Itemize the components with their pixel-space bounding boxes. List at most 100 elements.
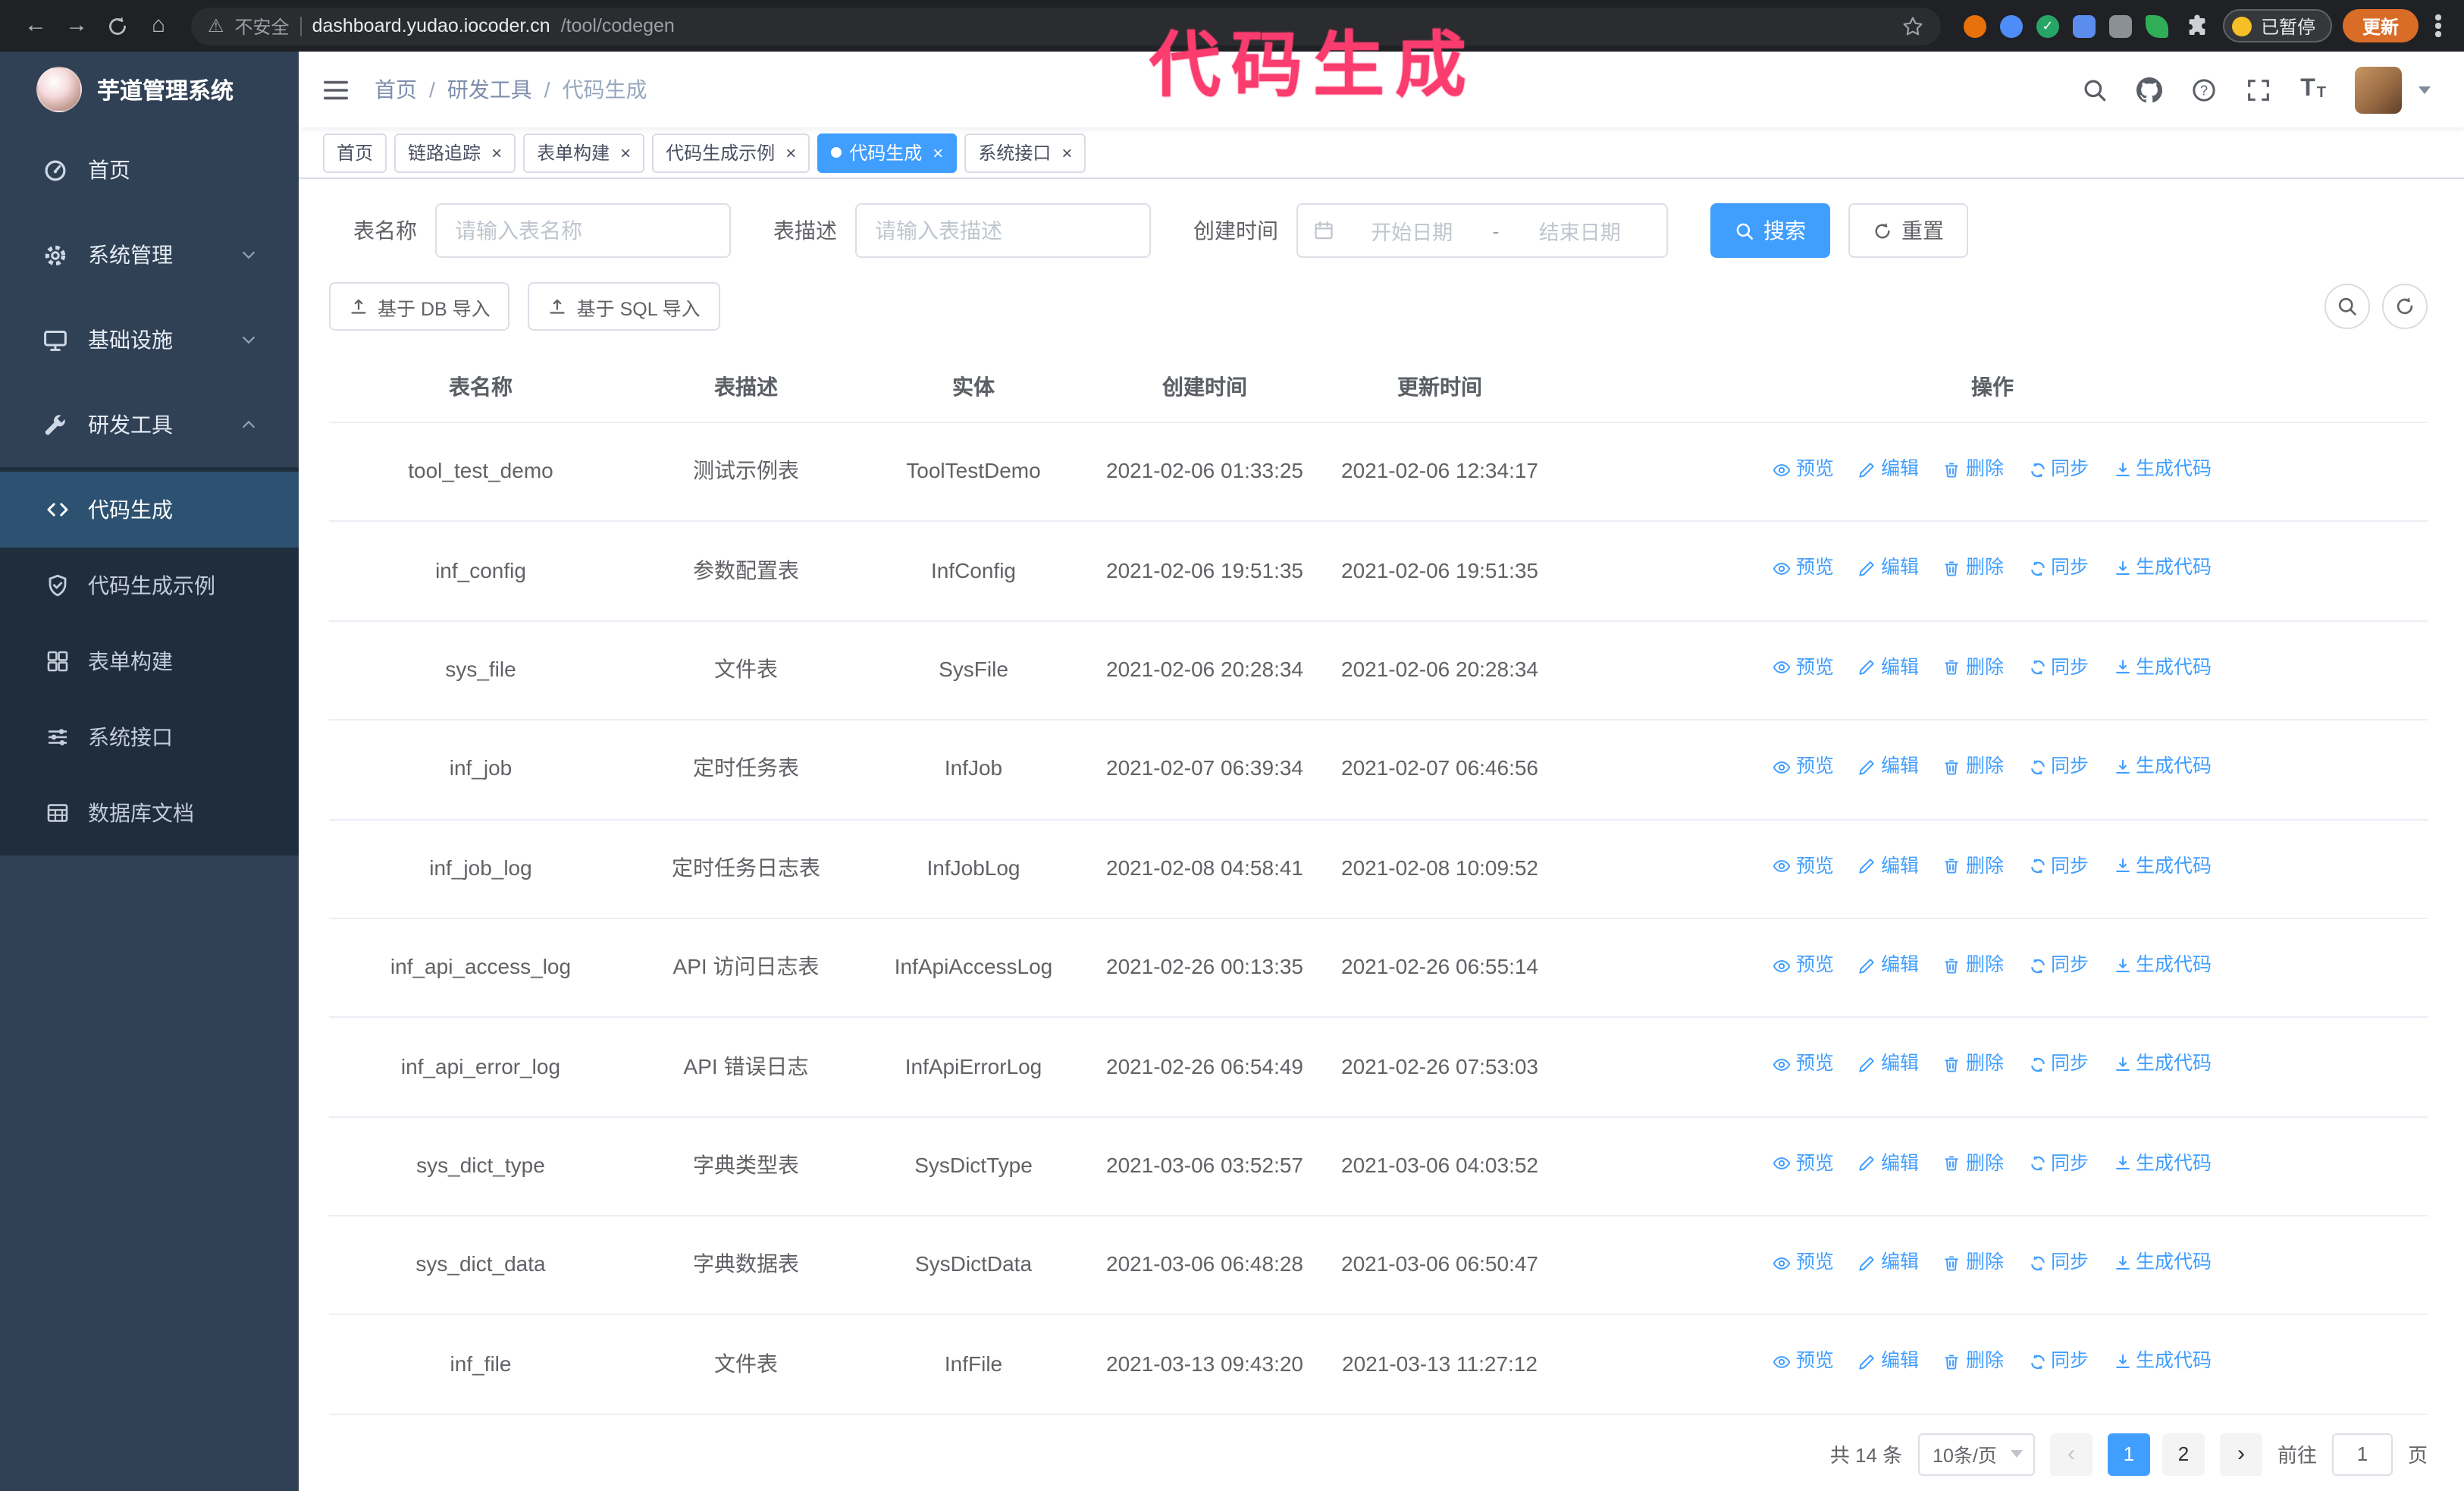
action-preview-link[interactable]: 预览 — [1773, 1050, 1834, 1080]
close-tab-icon[interactable]: × — [933, 143, 943, 162]
tab-0[interactable]: 首页 — [323, 133, 387, 172]
action-edit-link[interactable]: 编辑 — [1858, 1348, 1919, 1377]
action-delete-link[interactable]: 删除 — [1943, 1348, 2004, 1377]
table-name-input[interactable] — [435, 203, 731, 258]
search-icon[interactable] — [2082, 77, 2108, 102]
action-delete-link[interactable]: 删除 — [1943, 455, 2004, 485]
update-button[interactable]: 更新 — [2342, 9, 2419, 42]
close-tab-icon[interactable]: × — [491, 143, 502, 162]
tab-4[interactable]: 代码生成 × — [817, 133, 958, 172]
user-avatar[interactable] — [2355, 66, 2402, 113]
extension-leaf-icon[interactable] — [2145, 14, 2168, 37]
action-generate-link[interactable]: 生成代码 — [2113, 1050, 2212, 1080]
submenu-item-2[interactable]: 表单构建 — [0, 623, 299, 699]
action-edit-link[interactable]: 编辑 — [1858, 554, 1919, 584]
home-button[interactable]: ⌂ — [138, 0, 179, 52]
action-edit-link[interactable]: 编辑 — [1858, 654, 1919, 683]
extension-blue-icon[interactable] — [1999, 14, 2023, 37]
tab-2[interactable]: 表单构建 × — [523, 133, 645, 172]
action-preview-link[interactable]: 预览 — [1773, 455, 1834, 485]
extension-gray-icon[interactable] — [2108, 14, 2132, 37]
action-edit-link[interactable]: 编辑 — [1858, 752, 1919, 782]
action-edit-link[interactable]: 编辑 — [1858, 1149, 1919, 1179]
bookmark-star-icon[interactable] — [1901, 14, 1924, 37]
action-preview-link[interactable]: 预览 — [1773, 852, 1834, 881]
action-delete-link[interactable]: 删除 — [1943, 1149, 2004, 1179]
help-icon[interactable] — [2191, 77, 2217, 102]
action-sync-link[interactable]: 同步 — [2028, 951, 2089, 981]
action-delete-link[interactable]: 删除 — [1943, 752, 2004, 782]
extension-orange-icon[interactable] — [1963, 14, 1986, 37]
breadcrumb-item-1[interactable]: 研发工具 — [447, 74, 532, 105]
action-generate-link[interactable]: 生成代码 — [2113, 654, 2212, 683]
caret-down-icon[interactable] — [2419, 86, 2431, 93]
font-size-icon[interactable] — [2300, 77, 2326, 102]
reset-button[interactable]: 重置 — [1848, 203, 1968, 258]
close-tab-icon[interactable]: × — [785, 143, 796, 162]
action-delete-link[interactable]: 删除 — [1943, 1248, 2004, 1278]
paused-badge[interactable]: 已暂停 — [2222, 9, 2332, 42]
action-edit-link[interactable]: 编辑 — [1858, 1248, 1919, 1278]
sidebar-item-3[interactable]: 研发工具 — [0, 382, 299, 467]
action-sync-link[interactable]: 同步 — [2028, 752, 2089, 782]
tab-5[interactable]: 系统接口 × — [964, 133, 1086, 172]
action-generate-link[interactable]: 生成代码 — [2113, 1348, 2212, 1377]
refresh-table-button[interactable] — [2382, 284, 2428, 329]
sidebar-toggle-icon[interactable] — [321, 75, 350, 104]
action-preview-link[interactable]: 预览 — [1773, 752, 1834, 782]
action-delete-link[interactable]: 删除 — [1943, 951, 2004, 981]
page-2-button[interactable]: 2 — [2161, 1433, 2205, 1476]
goto-page-input[interactable] — [2331, 1433, 2393, 1476]
action-delete-link[interactable]: 删除 — [1943, 852, 2004, 881]
end-date-placeholder[interactable]: 结束日期 — [1509, 215, 1652, 246]
sidebar-item-2[interactable]: 基础设施 — [0, 297, 299, 382]
address-bar[interactable]: ⚠ 不安全 dashboard.yudao.iocoder.cn /tool/c… — [191, 7, 1941, 45]
action-sync-link[interactable]: 同步 — [2028, 455, 2089, 485]
action-generate-link[interactable]: 生成代码 — [2113, 455, 2212, 485]
action-sync-link[interactable]: 同步 — [2028, 1348, 2089, 1377]
tab-1[interactable]: 链路追踪 × — [394, 133, 516, 172]
next-page-button[interactable]: › — [2219, 1433, 2262, 1476]
submenu-item-4[interactable]: 数据库文档 — [0, 775, 299, 851]
action-generate-link[interactable]: 生成代码 — [2113, 852, 2212, 881]
sidebar-item-0[interactable]: 首页 — [0, 127, 299, 212]
action-generate-link[interactable]: 生成代码 — [2113, 951, 2212, 981]
tab-3[interactable]: 代码生成示例 × — [652, 133, 810, 172]
forward-button[interactable]: → — [56, 0, 97, 52]
action-delete-link[interactable]: 删除 — [1943, 1050, 2004, 1080]
action-delete-link[interactable]: 删除 — [1943, 554, 2004, 584]
action-preview-link[interactable]: 预览 — [1773, 554, 1834, 584]
fullscreen-icon[interactable] — [2246, 77, 2271, 102]
action-sync-link[interactable]: 同步 — [2028, 1149, 2089, 1179]
action-sync-link[interactable]: 同步 — [2028, 654, 2089, 683]
github-icon[interactable] — [2136, 77, 2162, 102]
start-date-placeholder[interactable]: 开始日期 — [1340, 215, 1484, 246]
extension-green-check-icon[interactable]: ✓ — [2036, 14, 2059, 37]
action-generate-link[interactable]: 生成代码 — [2113, 1248, 2212, 1278]
action-edit-link[interactable]: 编辑 — [1858, 455, 1919, 485]
extensions-puzzle-icon[interactable] — [2185, 14, 2209, 38]
import-sql-button[interactable]: 基于 SQL 导入 — [528, 282, 720, 331]
submenu-item-1[interactable]: 代码生成示例 — [0, 548, 299, 623]
page-1-button[interactable]: 1 — [2107, 1433, 2150, 1476]
action-sync-link[interactable]: 同步 — [2028, 852, 2089, 881]
reload-button[interactable] — [97, 0, 138, 52]
submenu-item-3[interactable]: 系统接口 — [0, 699, 299, 775]
table-desc-input[interactable] — [855, 203, 1151, 258]
action-preview-link[interactable]: 预览 — [1773, 654, 1834, 683]
action-preview-link[interactable]: 预览 — [1773, 951, 1834, 981]
action-edit-link[interactable]: 编辑 — [1858, 951, 1919, 981]
close-tab-icon[interactable]: × — [1061, 143, 1072, 162]
prev-page-button[interactable]: ‹ — [2049, 1433, 2093, 1476]
action-edit-link[interactable]: 编辑 — [1858, 1050, 1919, 1080]
action-delete-link[interactable]: 删除 — [1943, 654, 2004, 683]
date-range-picker[interactable]: 开始日期 - 结束日期 — [1296, 203, 1668, 258]
action-preview-link[interactable]: 预览 — [1773, 1348, 1834, 1377]
page-size-select[interactable]: 10条/页 — [1917, 1433, 2035, 1476]
extension-people-icon[interactable] — [2072, 14, 2096, 37]
action-sync-link[interactable]: 同步 — [2028, 1050, 2089, 1080]
action-edit-link[interactable]: 编辑 — [1858, 852, 1919, 881]
browser-menu-kebab-icon[interactable] — [2428, 0, 2449, 52]
action-generate-link[interactable]: 生成代码 — [2113, 554, 2212, 584]
close-tab-icon[interactable]: × — [620, 143, 631, 162]
